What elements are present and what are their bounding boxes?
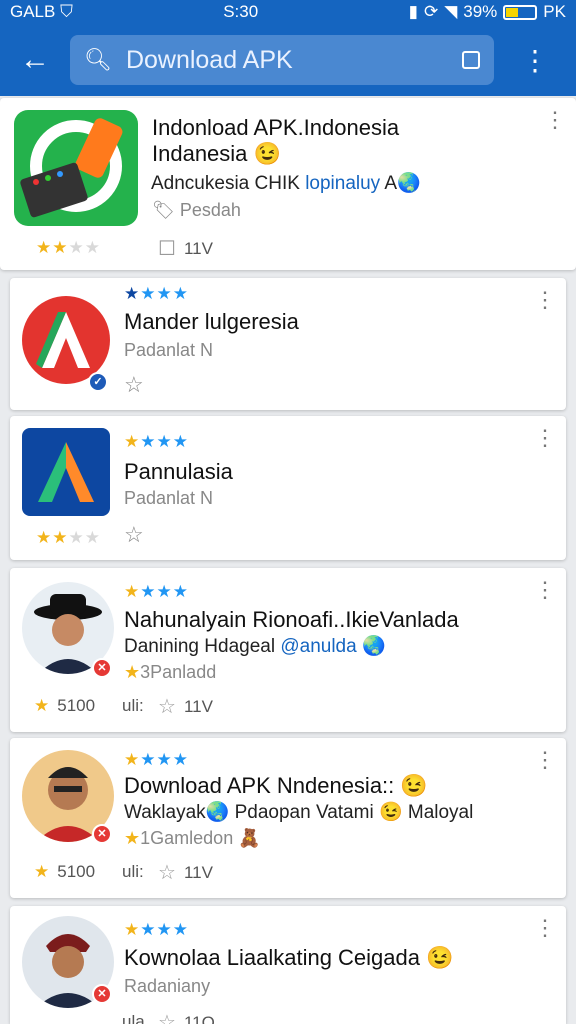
ui-label: uli:	[122, 696, 144, 715]
downloads-stat: ★ 5100	[34, 862, 96, 881]
star-outline-icon: ☆	[158, 1012, 176, 1024]
app-title: Indonload APK.Indonesia	[152, 115, 400, 140]
favorite-star-icon[interactable]: ☆	[124, 522, 144, 548]
status-icons: ▮ ⟳ ◥ 39% PK	[409, 2, 566, 22]
search-icon: 🔍︎	[84, 47, 112, 72]
publisher-label: ★1Gamledon 🧸	[124, 828, 261, 848]
search-bar[interactable]: 🔍︎	[70, 35, 494, 85]
battery-icon	[503, 4, 538, 20]
rating-stars: ★★★★	[124, 432, 189, 451]
status-extra: PK	[543, 2, 566, 21]
star-outline-icon: ☆	[158, 862, 176, 884]
comments-stat[interactable]: ☆ 11V	[158, 860, 213, 885]
app-icon-whatsapp	[14, 110, 138, 226]
clock: S:30	[223, 2, 259, 21]
sync-icon: ⟳	[423, 2, 439, 21]
rating-stars: ★★★★	[124, 920, 189, 939]
carrier-label: GALB ⛉	[10, 2, 73, 21]
comment-icon: ☐	[158, 238, 176, 260]
app-badge: ✕	[92, 658, 112, 678]
app-card[interactable]: ★★★★ Pannulasia Padanlat N ★★★★ ☆ ⋮	[10, 416, 566, 560]
app-card[interactable]: ✕ ★★★★ Kownolaa Liaalkating Ceigada 😉 Ra…	[10, 906, 566, 1024]
more-icon[interactable]: ⋮	[544, 109, 566, 131]
lock-icon: ▮	[408, 2, 418, 21]
publisher-label: Padanlat N	[124, 340, 214, 360]
comments-stat[interactable]: ☆ 11O	[158, 1010, 215, 1024]
app-subtitle: Adncukesia CHIK lopinaluy A🌏	[151, 173, 421, 194]
star-outline-icon: ☆	[158, 696, 176, 718]
app-icon-letter-a	[22, 296, 110, 384]
publisher-label: Radaniany	[124, 976, 211, 996]
publisher-label: ★3Panladd	[124, 662, 217, 682]
shield-icon: ⛉	[60, 2, 73, 21]
wifi-icon: ◥	[444, 2, 458, 21]
app-title: Pannulasia	[124, 459, 233, 484]
app-card[interactable]: ✓ ★★★★ Mander lulgeresia Padanlat N ☆ ⋮	[10, 278, 566, 410]
app-card-featured[interactable]: Indonload APK.Indonesia Indanesia 😉 Adnc…	[0, 98, 576, 270]
app-title: Download APK Nndenesia:: 😉	[124, 773, 428, 798]
ui-label: ula	[122, 1012, 145, 1024]
more-icon[interactable]: ⋮	[534, 917, 556, 939]
battery-percent: 39%	[463, 2, 498, 21]
overflow-menu-icon[interactable]: ⋮	[494, 44, 576, 77]
app-subtitle: Waklayak🌏 Pdaopan Vatami 😉 Maloyal	[124, 802, 474, 823]
app-subtitle: Danining Hdageal @anulda 🌏	[124, 636, 386, 657]
app-bar: ← 🔍︎ ⋮	[0, 24, 576, 96]
app-card[interactable]: ✕ ★★★★ Download APK Nndenesia:: 😉 Waklay…	[10, 738, 566, 898]
app-card[interactable]: ✕ ★★★★ Nahunalyain Rionoafi..IkieVanlada…	[10, 568, 566, 732]
search-input[interactable]	[125, 45, 454, 75]
more-icon[interactable]: ⋮	[534, 427, 556, 449]
app-title: Nahunalyain Rionoafi..IkieVanlada	[124, 607, 459, 632]
back-arrow-icon[interactable]: ←	[0, 43, 70, 77]
app-icon-triangle	[22, 428, 110, 516]
app-title-line2: Indanesia 😉	[152, 141, 281, 166]
comments-stat[interactable]: ☐ 11V	[158, 236, 213, 261]
publisher-label: Padanlat N	[124, 488, 214, 508]
more-icon[interactable]: ⋮	[534, 749, 556, 771]
developer-link[interactable]: lopinaluy	[305, 173, 380, 194]
app-badge: ✓	[88, 372, 108, 392]
app-badge: ✕	[92, 984, 112, 1004]
rating-stars: ★★★★	[124, 284, 189, 303]
app-title: Kownolaa Liaalkating Ceigada 😉	[124, 945, 454, 970]
app-badge: ✕	[92, 824, 112, 844]
rating-stars-bottom: ★★★★	[36, 528, 101, 547]
publisher-label: 🏷 Pesdah	[152, 200, 241, 220]
ui-label: uli:	[122, 862, 144, 881]
rating-stars: ★★★★	[124, 750, 189, 769]
favorite-star-icon[interactable]: ☆	[124, 372, 144, 398]
status-bar: GALB ⛉ S:30 ▮ ⟳ ◥ 39% PK	[0, 0, 576, 24]
edit-icon[interactable]	[462, 51, 480, 69]
rating-stars: ★★★★	[124, 582, 189, 601]
comments-stat[interactable]: ☆ 11V	[158, 694, 213, 719]
handle-link[interactable]: @anulda 🌏	[280, 636, 385, 657]
app-title: Mander lulgeresia	[124, 309, 299, 334]
downloads-stat: ★ 5100	[34, 696, 96, 715]
more-icon[interactable]: ⋮	[534, 579, 556, 601]
more-icon[interactable]: ⋮	[534, 289, 556, 311]
rating-stars: ★★★★	[36, 238, 101, 257]
